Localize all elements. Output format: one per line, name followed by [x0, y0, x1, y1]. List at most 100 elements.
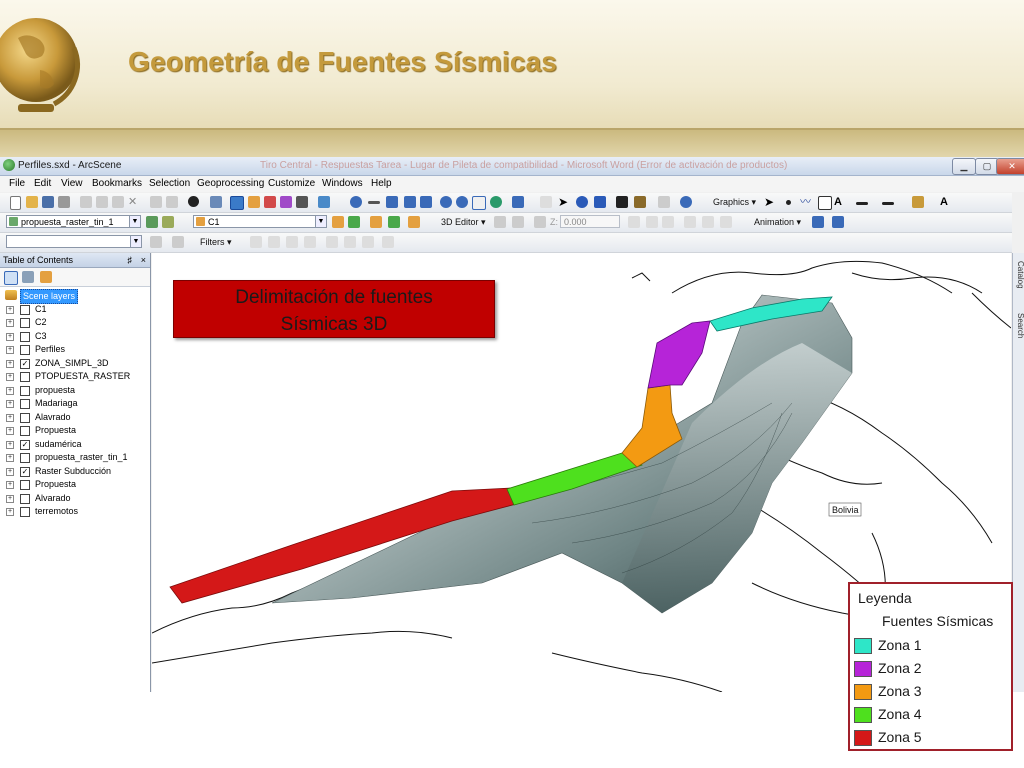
- select-elements-icon[interactable]: ➤: [558, 196, 570, 208]
- toc-layer-item[interactable]: + Perfiles: [2, 343, 150, 357]
- extrude-icon[interactable]: [332, 216, 344, 228]
- copy-icon[interactable]: [96, 196, 108, 208]
- identify-icon[interactable]: [576, 196, 588, 208]
- zoom-out-icon[interactable]: [456, 196, 468, 208]
- menu-edit[interactable]: Edit: [34, 178, 51, 189]
- toc-layer-item[interactable]: + C3: [2, 330, 150, 344]
- layer-visibility-checkbox[interactable]: [20, 372, 30, 382]
- edit-arrow-icon[interactable]: [512, 216, 524, 228]
- search-window-icon[interactable]: [280, 196, 292, 208]
- menu-bookmarks[interactable]: Bookmarks: [92, 178, 142, 189]
- menu-file[interactable]: File: [9, 178, 25, 189]
- layer-visibility-checkbox[interactable]: [20, 304, 30, 315]
- toc-layer-item[interactable]: + propuesta: [2, 384, 150, 398]
- point-tool-icon[interactable]: [786, 200, 791, 205]
- line-tool-icon[interactable]: 〰: [800, 196, 812, 208]
- expand-icon[interactable]: +: [6, 346, 14, 354]
- z-value-input[interactable]: 0.000: [560, 215, 620, 228]
- capture-view-icon[interactable]: [812, 216, 824, 228]
- chevron-down-icon[interactable]: ▼: [129, 216, 140, 227]
- redo-icon[interactable]: [166, 196, 178, 208]
- animation-menu[interactable]: Animation ▾: [754, 217, 801, 228]
- animation-controls-icon[interactable]: [832, 216, 844, 228]
- clear-selection-icon[interactable]: [540, 196, 552, 208]
- expand-icon[interactable]: +: [6, 440, 14, 449]
- layer-visibility-checkbox[interactable]: [20, 412, 30, 423]
- layer-visibility-checkbox[interactable]: [20, 426, 30, 436]
- print-icon[interactable]: [58, 196, 70, 208]
- toc-layer-item[interactable]: + Propuesta: [2, 424, 150, 438]
- merge-icon[interactable]: [646, 216, 658, 228]
- layer-visibility-checkbox[interactable]: ✓: [20, 466, 30, 477]
- layer-visibility-checkbox[interactable]: ✓: [20, 439, 30, 450]
- list-by-source-icon[interactable]: [22, 271, 34, 283]
- model-builder-icon[interactable]: [318, 196, 330, 208]
- toc-window-icon[interactable]: [248, 196, 260, 208]
- zoom-in-icon[interactable]: [440, 196, 452, 208]
- layer-visibility-checkbox[interactable]: [20, 331, 30, 342]
- layer-filter-icon[interactable]: [150, 236, 162, 248]
- expand-icon[interactable]: +: [6, 400, 14, 408]
- toc-layer-item[interactable]: + ✓ ZONA_SIMPL_3D: [2, 357, 150, 371]
- set-observer-icon[interactable]: [420, 196, 432, 208]
- scene-properties-icon[interactable]: [210, 196, 222, 208]
- open-icon[interactable]: [26, 196, 38, 208]
- expand-icon[interactable]: +: [6, 494, 14, 503]
- search-tab[interactable]: Search: [1013, 313, 1024, 338]
- close-icon[interactable]: ×: [141, 253, 146, 267]
- target-center-icon[interactable]: [386, 196, 398, 208]
- toc-layer-item[interactable]: + ✓ Raster Subducción: [2, 465, 150, 479]
- expand-icon[interactable]: +: [6, 467, 14, 476]
- close-button[interactable]: ✕: [996, 158, 1024, 175]
- align-icon[interactable]: [326, 236, 338, 248]
- minimize-button[interactable]: ▁: [952, 158, 976, 175]
- select-features-icon[interactable]: [512, 196, 524, 208]
- pan-icon[interactable]: [472, 196, 486, 210]
- toc-layer-item[interactable]: + propuesta_raster_tin_1: [2, 451, 150, 465]
- nudge-icon[interactable]: [382, 236, 394, 248]
- expand-icon[interactable]: +: [6, 481, 14, 489]
- expand-icon[interactable]: +: [6, 359, 14, 368]
- layer-visibility-checkbox[interactable]: [20, 493, 30, 504]
- menu-customize[interactable]: Customize: [268, 178, 315, 189]
- undo-icon[interactable]: [150, 196, 162, 208]
- catalog-tab[interactable]: Catalog: [1013, 261, 1024, 289]
- clear-edit-icon[interactable]: [662, 216, 674, 228]
- measure-icon[interactable]: [634, 196, 646, 208]
- layer-visibility-checkbox[interactable]: [20, 318, 30, 328]
- delete-icon[interactable]: ✕: [128, 196, 140, 208]
- menu-help[interactable]: Help: [371, 178, 392, 189]
- distribute-icon[interactable]: [344, 236, 356, 248]
- zoom-to-target-icon[interactable]: [404, 196, 416, 208]
- rotate-icon[interactable]: [362, 236, 374, 248]
- add-data-icon[interactable]: [188, 196, 199, 207]
- expand-icon[interactable]: +: [6, 427, 14, 435]
- font-color-icon[interactable]: A: [940, 196, 952, 208]
- sketch-icon[interactable]: [534, 216, 546, 228]
- layer-visibility-checkbox[interactable]: [20, 507, 30, 517]
- toc-layer-item[interactable]: + terremotos: [2, 505, 150, 519]
- html-popup-icon[interactable]: [594, 196, 606, 208]
- catalog-window-icon[interactable]: [264, 196, 276, 208]
- attributes-icon[interactable]: [684, 216, 696, 228]
- filters-menu[interactable]: Filters ▾: [200, 237, 232, 248]
- toc-layer-item[interactable]: + ✓ sudamérica: [2, 438, 150, 452]
- list-by-drawing-order-icon[interactable]: [4, 271, 18, 285]
- chevron-down-icon[interactable]: ▼: [130, 236, 141, 247]
- terrain-icon[interactable]: [388, 216, 400, 228]
- search-layer-select[interactable]: ▼: [6, 235, 142, 248]
- menu-windows[interactable]: Windows: [322, 178, 363, 189]
- interpolate-icon[interactable]: [146, 216, 158, 228]
- layer-visibility-checkbox[interactable]: [20, 480, 30, 490]
- text-tool-icon[interactable]: A: [834, 196, 846, 208]
- paste-icon[interactable]: [112, 196, 124, 208]
- create-features-icon[interactable]: [720, 216, 732, 228]
- toc-layer-item[interactable]: + PTOPUESTA_RASTER: [2, 370, 150, 384]
- layer-select[interactable]: propuesta_raster_tin_1 ▼: [6, 215, 141, 228]
- pin-icon[interactable]: ♯: [128, 253, 133, 267]
- save-icon[interactable]: [42, 196, 54, 208]
- globe-view-icon[interactable]: [680, 196, 692, 208]
- polygon-tool-icon[interactable]: [818, 196, 832, 210]
- menu-geoprocessing[interactable]: Geoprocessing: [197, 178, 264, 189]
- fly-icon[interactable]: [368, 201, 380, 204]
